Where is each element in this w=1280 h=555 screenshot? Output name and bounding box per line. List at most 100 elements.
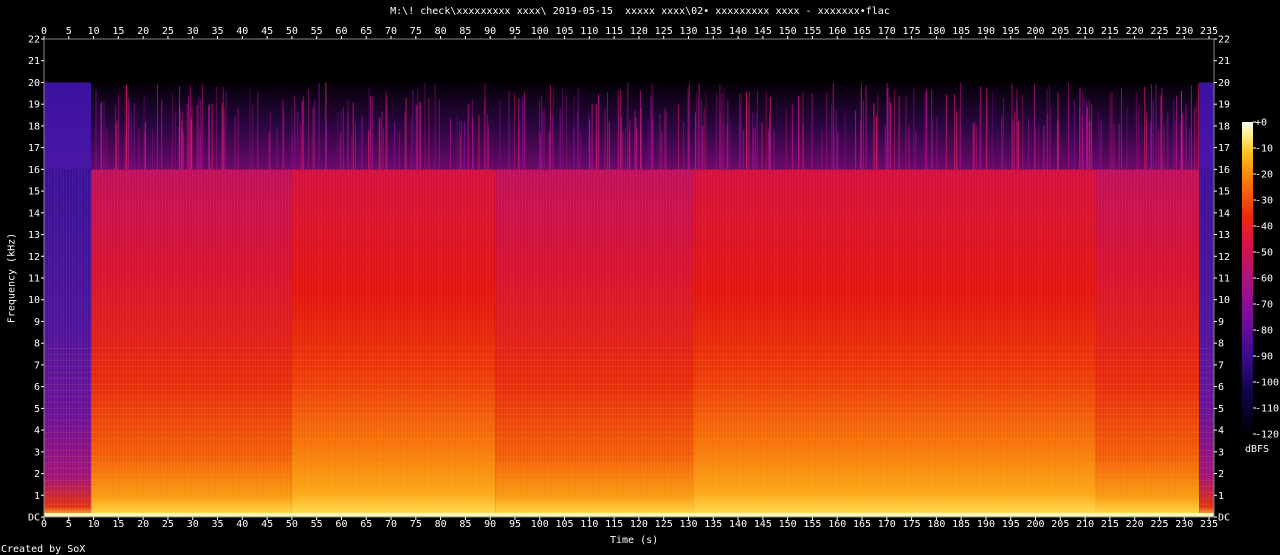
x-tick-label: 155 [803, 519, 821, 530]
y-tick-label: 3 [34, 447, 40, 458]
y-tick-label-right: 8 [1218, 339, 1224, 350]
y-tick-label-right: 11 [1218, 274, 1230, 285]
x-tick-label-top: 20 [137, 26, 149, 37]
y-tick-label-right: 20 [1218, 78, 1230, 89]
x-tick-label: 85 [459, 519, 471, 530]
x-tick-label: 130 [679, 519, 697, 530]
y-tick-label: 22 [28, 35, 40, 46]
colorbar-tick-label: -20 [1255, 170, 1273, 181]
x-tick-label-top: 0 [41, 26, 47, 37]
colorbar-tick-label: -10 [1255, 144, 1273, 155]
x-tick-label: 210 [1076, 519, 1094, 530]
x-tick-label-top: 125 [655, 26, 673, 37]
colorbar-tick-label: -100 [1255, 378, 1279, 389]
x-tick-label: 20 [137, 519, 149, 530]
x-tick-label: 105 [556, 519, 574, 530]
x-tick-label-top: 105 [556, 26, 574, 37]
y-tick-label: 16 [28, 165, 40, 176]
x-tick-label: 75 [410, 519, 422, 530]
x-tick-label: 220 [1126, 519, 1144, 530]
y-tick-label-right: 5 [1218, 404, 1224, 415]
x-tick-label-top: 60 [335, 26, 347, 37]
x-tick-label-top: 25 [162, 26, 174, 37]
x-tick-label: 230 [1175, 519, 1193, 530]
y-tick-label: 10 [28, 295, 40, 306]
colorbar-tick-label: -90 [1255, 352, 1273, 363]
colorbar-tick-label: -30 [1255, 196, 1273, 207]
y-tick-label: 5 [34, 404, 40, 415]
y-tick-label: 12 [28, 252, 40, 263]
x-tick-label-top: 140 [729, 26, 747, 37]
y-tick-label-right: 10 [1218, 295, 1230, 306]
y-tick-label: 20 [28, 78, 40, 89]
y-tick-label-right: 3 [1218, 447, 1224, 458]
y-tick-label-right: 9 [1218, 317, 1224, 328]
x-tick-label: 25 [162, 519, 174, 530]
x-tick-label: 160 [828, 519, 846, 530]
x-tick-label-top: 210 [1076, 26, 1094, 37]
x-tick-label: 120 [630, 519, 648, 530]
x-tick-label-top: 165 [853, 26, 871, 37]
x-tick-label-top: 5 [66, 26, 72, 37]
y-tick-label: 9 [34, 317, 40, 328]
colorbar-ticks: +0 -10 -20 -30 -40 -50 -60 -70 -80 -90 -100 -110 -12… [1253, 118, 1279, 441]
spectrogram-plot-area [44, 39, 1214, 517]
x-tick-label: 190 [977, 519, 995, 530]
x-tick-label: 50 [286, 519, 298, 530]
x-tick-label: 45 [261, 519, 273, 530]
x-tick-label-top: 35 [211, 26, 223, 37]
colorbar-tick-label: -70 [1255, 300, 1273, 311]
x-tick-label: 115 [605, 519, 623, 530]
x-axis-label: Time (s) [610, 535, 659, 546]
x-tick-label: 60 [335, 519, 347, 530]
x-tick-label-top: 65 [360, 26, 372, 37]
x-tick-label-top: 40 [236, 26, 248, 37]
dc-band [44, 513, 1214, 517]
x-tick-label-top: 195 [1002, 26, 1020, 37]
x-tick-label-top: 120 [630, 26, 648, 37]
x-tick-label: 65 [360, 519, 372, 530]
x-tick-label: 235 [1200, 519, 1218, 530]
y-tick-label: 7 [34, 360, 40, 371]
colorbar-tick-label: -120 [1255, 430, 1279, 441]
x-tick-label-top: 180 [927, 26, 945, 37]
x-tick-label-top: 45 [261, 26, 273, 37]
y-tick-label: 6 [34, 382, 40, 393]
x-tick-label: 80 [435, 519, 447, 530]
x-tick-label-top: 175 [903, 26, 921, 37]
colorbar [1242, 122, 1253, 434]
y-tick-label: 11 [28, 274, 40, 285]
x-tick-label-top: 155 [803, 26, 821, 37]
x-tick-label-top: 75 [410, 26, 422, 37]
x-tick-label-top: 10 [88, 26, 100, 37]
x-tick-label-top: 235 [1200, 26, 1218, 37]
x-tick-label: 40 [236, 519, 248, 530]
x-tick-label: 225 [1150, 519, 1168, 530]
y-tick-label: 14 [28, 208, 40, 219]
x-tick-label-top: 50 [286, 26, 298, 37]
y-tick-label: 18 [28, 121, 40, 132]
x-tick-label: 110 [580, 519, 598, 530]
x-tick-label-top: 170 [878, 26, 896, 37]
x-tick-label: 175 [903, 519, 921, 530]
x-tick-label: 165 [853, 519, 871, 530]
x-tick-label-top: 55 [311, 26, 323, 37]
y-tick-label-right: 4 [1218, 426, 1224, 437]
x-tick-label: 200 [1026, 519, 1044, 530]
x-tick-label: 145 [754, 519, 772, 530]
x-tick-label: 10 [88, 519, 100, 530]
y-tick-label-right: 7 [1218, 360, 1224, 371]
x-tick-label-top: 100 [531, 26, 549, 37]
y-tick-label-right: 21 [1218, 56, 1230, 67]
x-tick-label: 205 [1051, 519, 1069, 530]
y-tick-label-right: 14 [1218, 208, 1230, 219]
x-tick-label-top: 30 [187, 26, 199, 37]
y-axis-label: Frequency (kHz) [6, 232, 18, 324]
x-tick-label-top: 85 [459, 26, 471, 37]
x-tick-label-top: 185 [952, 26, 970, 37]
x-tick-label: 100 [531, 519, 549, 530]
y-tick-label-right: 19 [1218, 100, 1230, 111]
y-tick-label: 4 [34, 426, 40, 437]
y-tick-label: 2 [34, 469, 40, 480]
y-tick-label-right: 1 [1218, 491, 1224, 502]
